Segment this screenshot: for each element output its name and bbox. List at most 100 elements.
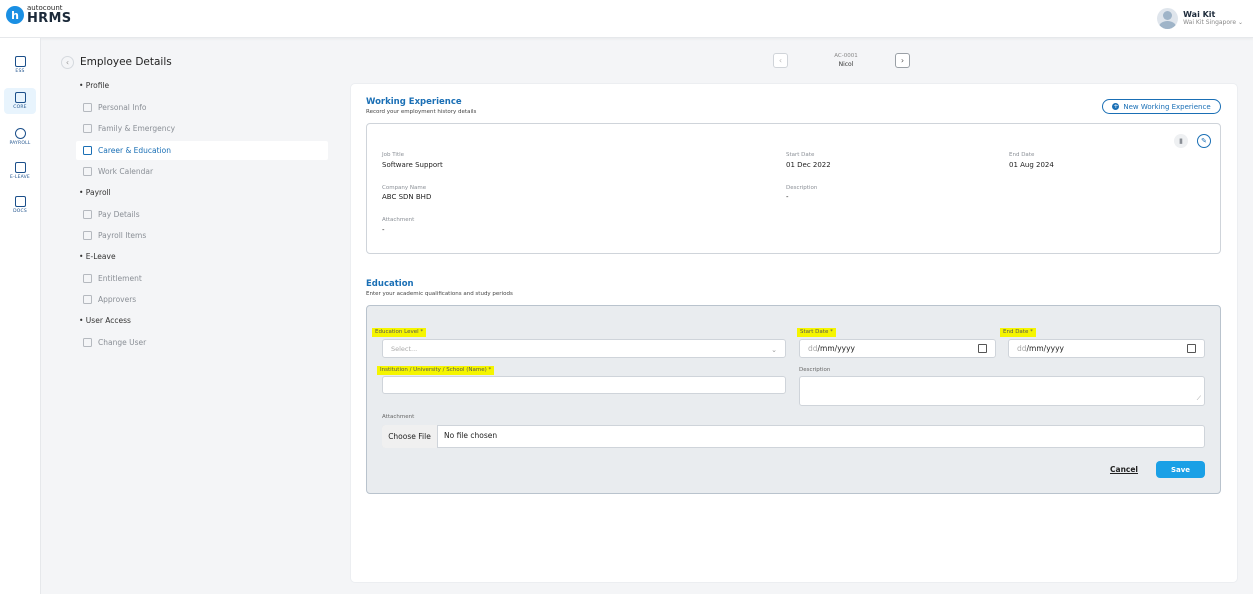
end-date-input-label: End Date * — [1000, 328, 1036, 337]
description-label: Description — [786, 185, 818, 191]
rail-label-payroll: PAYROLL — [9, 141, 31, 146]
nav-label: Payroll Items — [98, 231, 147, 240]
core-icon — [14, 92, 26, 103]
education-subtitle: Enter your academic qualifications and s… — [366, 291, 513, 297]
prev-record-button[interactable]: ‹ — [773, 53, 788, 68]
rail-label-core: CORE — [13, 105, 27, 110]
nav-item-career[interactable]: Career & Education — [76, 141, 328, 160]
job-title-value: Software Support — [382, 161, 443, 169]
app-logo[interactable]: h autocount HRMS — [6, 5, 71, 25]
family-icon — [83, 124, 92, 133]
ess-icon — [14, 56, 26, 67]
rail-label-docs: DOCS — [13, 209, 27, 214]
working-experience-title: Working Experience — [366, 97, 462, 107]
nav-label: Personal Info — [98, 103, 147, 112]
save-button[interactable]: Save — [1156, 461, 1205, 478]
top-bar: h autocount HRMS Wai Kit Wai Kit Singapo… — [0, 0, 1253, 38]
new-working-experience-button[interactable]: + New Working Experience — [1102, 99, 1221, 114]
resize-handle-icon[interactable]: ⟋ — [1197, 395, 1201, 403]
rail-item-docs[interactable]: DOCS — [4, 192, 36, 218]
chevron-down-icon: ⌄ — [771, 346, 777, 354]
docs-icon — [14, 196, 26, 207]
plus-circle-icon: + — [1112, 103, 1120, 110]
job-title-label: Job Title — [382, 152, 405, 158]
record-code: AC-0001 — [834, 53, 858, 59]
company-label: Company Name — [382, 185, 427, 191]
rail-label-e-leave: E-LEAVE — [10, 175, 30, 180]
rail-item-payroll[interactable]: PAYROLL — [4, 124, 36, 150]
nav-label: Family & Emergency — [98, 124, 176, 133]
start-date-label: Start Date — [786, 152, 815, 158]
end-date-value: 01 Aug 2024 — [1009, 161, 1054, 169]
user-company: Wai Kit Singapore ⌄ — [1183, 19, 1243, 27]
pencil-icon: ✎ — [1201, 137, 1207, 145]
avatar — [1157, 8, 1179, 29]
e-leave-icon — [14, 162, 26, 173]
logo-name: HRMS — [27, 11, 72, 26]
nav-item-payroll-items[interactable]: Payroll Items — [76, 226, 328, 245]
edit-button[interactable]: ✎ — [1197, 134, 1211, 148]
nav-item-personal-info[interactable]: Personal Info — [76, 98, 328, 117]
edu-description-label: Description — [799, 367, 831, 373]
attachment-value: - — [382, 226, 385, 234]
payroll-items-icon — [83, 231, 92, 240]
file-status: No file chosen — [444, 431, 498, 440]
payroll-icon — [14, 128, 26, 139]
nav-item-entitlement[interactable]: Entitlement — [76, 269, 328, 288]
logo-mark: h — [6, 6, 24, 24]
date-dd: dd — [808, 344, 818, 353]
edu-description-textarea[interactable]: ⟋ — [799, 376, 1205, 406]
nav-item-change-user[interactable]: Change User — [76, 333, 328, 352]
nav-item-approvers[interactable]: Approvers — [76, 290, 328, 309]
education-title: Education — [366, 279, 414, 289]
nav-item-work-calendar[interactable]: Work Calendar — [76, 162, 328, 181]
start-date-input-label: Start Date * — [797, 328, 836, 337]
nav-label: Entitlement — [98, 274, 142, 283]
calendar-icon[interactable] — [1187, 344, 1196, 353]
module-rail: ESS CORE PAYROLL E-LEAVE DOCS — [0, 38, 41, 594]
education-level-select[interactable]: Select... ⌄ — [382, 339, 786, 358]
rail-item-e-leave[interactable]: E-LEAVE — [4, 158, 36, 184]
date-dd: dd — [1017, 344, 1027, 353]
nav-item-family[interactable]: Family & Emergency — [76, 119, 328, 138]
new-working-experience-label: New Working Experience — [1123, 102, 1211, 111]
nav-item-pay-details[interactable]: Pay Details — [76, 205, 328, 224]
back-button[interactable]: ‹ — [61, 56, 74, 69]
end-date-label: End Date — [1009, 152, 1035, 158]
institution-input[interactable] — [382, 376, 786, 394]
nav-label: Work Calendar — [98, 167, 154, 176]
change-user-icon — [83, 338, 92, 347]
calendar-icon — [83, 167, 92, 176]
cancel-button[interactable]: Cancel — [1110, 465, 1138, 474]
date-mm-yyyy: /mm/yyyy — [1026, 344, 1064, 353]
person-card-icon — [83, 103, 92, 112]
nav-section-payroll: • Payroll — [79, 188, 111, 197]
bank-icon — [83, 210, 92, 219]
next-record-button[interactable]: › — [895, 53, 910, 68]
entitlement-icon — [83, 274, 92, 283]
file-input[interactable] — [382, 425, 1205, 448]
briefcase-icon — [83, 146, 92, 155]
date-mm-yyyy: /mm/yyyy — [817, 344, 855, 353]
rail-item-core[interactable]: CORE — [4, 88, 36, 114]
user-menu[interactable]: Wai Kit Wai Kit Singapore ⌄ — [1157, 8, 1243, 29]
end-date-input[interactable]: dd/mm/yyyy — [1008, 339, 1205, 358]
attachment-label: Attachment — [382, 217, 415, 223]
delete-button[interactable]: ▮ — [1174, 134, 1188, 148]
description-value: - — [786, 193, 789, 201]
nav-section-profile: • Profile — [79, 81, 110, 90]
start-date-input[interactable]: dd/mm/yyyy — [799, 339, 996, 358]
trash-icon: ▮ — [1179, 137, 1183, 145]
edu-attachment-label: Attachment — [382, 414, 415, 420]
nav-section-e-leave: • E-Leave — [79, 252, 116, 261]
working-experience-subtitle: Record your employment history details — [366, 109, 477, 115]
nav-section-user-access: • User Access — [79, 316, 131, 325]
page-title: Employee Details — [80, 56, 172, 68]
approvers-icon — [83, 295, 92, 304]
education-level-label: Education Level * — [372, 328, 427, 337]
calendar-icon[interactable] — [978, 344, 987, 353]
rail-label-ess: ESS — [15, 69, 25, 74]
rail-item-ess[interactable]: ESS — [4, 52, 36, 78]
education-level-placeholder: Select... — [391, 344, 418, 353]
choose-file-button[interactable]: Choose File — [382, 425, 438, 448]
